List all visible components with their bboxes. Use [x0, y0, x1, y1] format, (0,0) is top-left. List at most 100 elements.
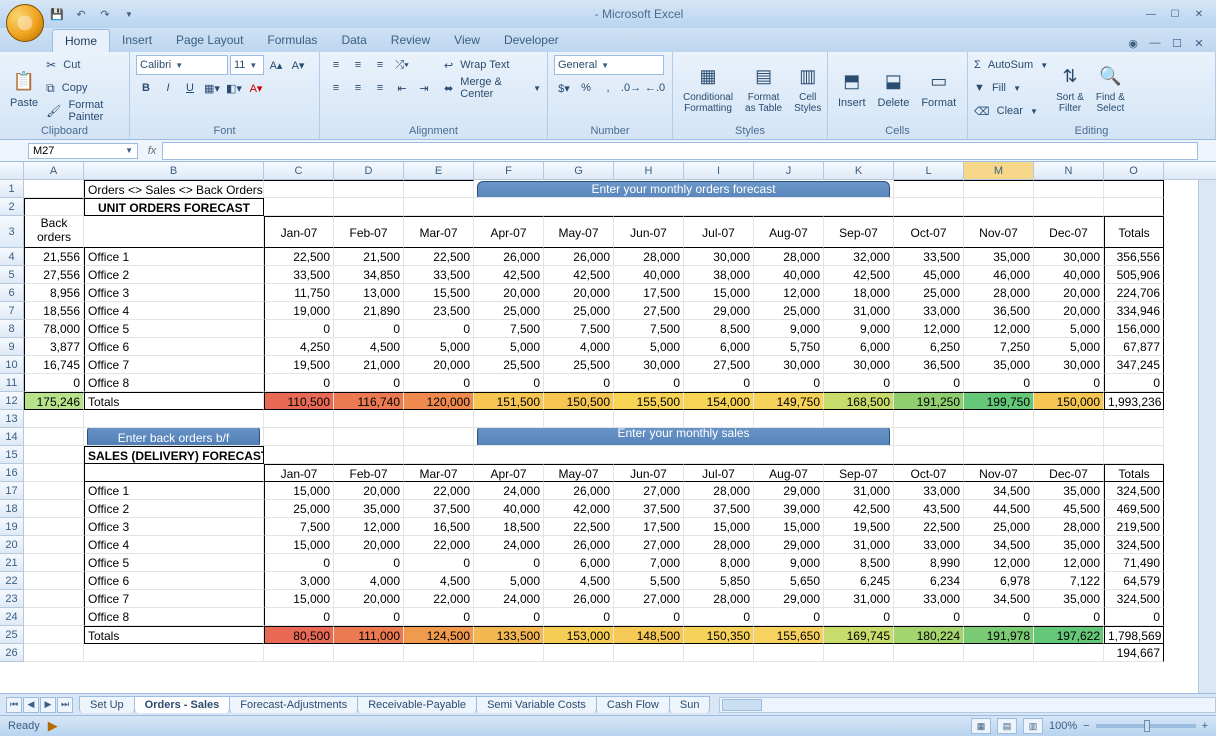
cell[interactable]: [24, 644, 84, 662]
cell[interactable]: 7,500: [544, 320, 614, 338]
cell[interactable]: Jun-07: [614, 464, 684, 482]
cell[interactable]: Dec-07: [1034, 464, 1104, 482]
qat-dropdown-icon[interactable]: ▼: [120, 5, 138, 23]
tab-next-button[interactable]: ▶: [40, 697, 56, 713]
cell[interactable]: [894, 198, 964, 216]
mdi-minimize-icon[interactable]: —: [1146, 34, 1164, 52]
align-top-button[interactable]: ≡: [326, 55, 346, 75]
cell[interactable]: 31,000: [824, 536, 894, 554]
cell[interactable]: 148,500: [614, 626, 684, 644]
align-bottom-button[interactable]: ≡: [370, 55, 390, 75]
cell[interactable]: 33,500: [404, 266, 474, 284]
cell[interactable]: [1034, 644, 1104, 662]
cell[interactable]: Totals: [1104, 216, 1164, 248]
save-icon[interactable]: 💾: [48, 5, 66, 23]
cell[interactable]: [24, 428, 84, 446]
row-header[interactable]: 4: [0, 248, 24, 266]
cell[interactable]: 149,750: [754, 392, 824, 410]
row-header[interactable]: 21: [0, 554, 24, 572]
row-header[interactable]: 5: [0, 266, 24, 284]
paste-button[interactable]: 📋 Paste: [6, 54, 42, 123]
cell[interactable]: 35,000: [964, 248, 1034, 266]
cell[interactable]: [964, 180, 1034, 198]
column-header[interactable]: M: [964, 162, 1034, 179]
cell[interactable]: [1034, 180, 1104, 198]
cell[interactable]: 20,000: [474, 284, 544, 302]
sheet-tab[interactable]: Forecast-Adjustments: [229, 696, 358, 713]
cell[interactable]: 6,234: [894, 572, 964, 590]
border-button[interactable]: ▦▾: [202, 78, 222, 98]
autosum-button[interactable]: AutoSum: [988, 59, 1033, 71]
cell[interactable]: 334,946: [1104, 302, 1164, 320]
cell[interactable]: 33,500: [264, 266, 334, 284]
cell[interactable]: 180,224: [894, 626, 964, 644]
cell[interactable]: 0: [684, 374, 754, 392]
tab-first-button[interactable]: ⏮: [6, 697, 22, 713]
cell[interactable]: 35,000: [1034, 536, 1104, 554]
cell[interactable]: [84, 410, 264, 428]
cell[interactable]: May-07: [544, 464, 614, 482]
cell[interactable]: 168,500: [824, 392, 894, 410]
row-header[interactable]: 11: [0, 374, 24, 392]
cell[interactable]: [894, 644, 964, 662]
cell[interactable]: 29,000: [754, 536, 824, 554]
worksheet-grid[interactable]: ABCDEFGHIJKLMNO 1Orders <> Sales <> Back…: [0, 162, 1216, 693]
cell[interactable]: 7,250: [964, 338, 1034, 356]
cell[interactable]: 0: [824, 608, 894, 626]
cell[interactable]: 78,000: [24, 320, 84, 338]
cell[interactable]: 21,500: [334, 248, 404, 266]
cell[interactable]: 31,000: [824, 302, 894, 320]
cell[interactable]: Office 8: [84, 374, 264, 392]
cell[interactable]: Aug-07: [754, 464, 824, 482]
cell[interactable]: 15,000: [264, 536, 334, 554]
cell[interactable]: 80,500: [264, 626, 334, 644]
cell[interactable]: 45,500: [1034, 500, 1104, 518]
cell[interactable]: 5,500: [614, 572, 684, 590]
cell[interactable]: 25,000: [754, 302, 824, 320]
cell[interactable]: 4,000: [334, 572, 404, 590]
cell[interactable]: Jul-07: [684, 464, 754, 482]
cell[interactable]: 12,000: [1034, 554, 1104, 572]
cell[interactable]: 169,745: [824, 626, 894, 644]
cell[interactable]: 5,000: [474, 572, 544, 590]
cell[interactable]: 150,500: [544, 392, 614, 410]
cell[interactable]: [1034, 446, 1104, 464]
cell[interactable]: 199,750: [964, 392, 1034, 410]
cell[interactable]: [684, 410, 754, 428]
month-header[interactable]: Sep-07: [824, 216, 894, 248]
cell[interactable]: 6,000: [824, 338, 894, 356]
cell[interactable]: 5,000: [1034, 338, 1104, 356]
cell[interactable]: 0: [474, 554, 544, 572]
row-header[interactable]: 10: [0, 356, 24, 374]
column-header[interactable]: A: [24, 162, 84, 179]
normal-view-button[interactable]: ▦: [971, 718, 991, 734]
help-icon[interactable]: ◉: [1124, 34, 1142, 52]
zoom-level[interactable]: 100%: [1049, 720, 1077, 732]
row-header[interactable]: 24: [0, 608, 24, 626]
cell[interactable]: 6,000: [684, 338, 754, 356]
cell[interactable]: [334, 644, 404, 662]
cell[interactable]: 7,000: [614, 554, 684, 572]
cell[interactable]: [264, 410, 334, 428]
maximize-button[interactable]: ☐: [1164, 5, 1186, 23]
cell[interactable]: 26,000: [544, 536, 614, 554]
cell[interactable]: 324,500: [1104, 536, 1164, 554]
cell[interactable]: 1,993,236: [1104, 392, 1164, 410]
cell[interactable]: 28,000: [964, 284, 1034, 302]
cell[interactable]: [964, 446, 1034, 464]
cell[interactable]: 5,000: [474, 338, 544, 356]
cell[interactable]: Office 2: [84, 266, 264, 284]
cell[interactable]: 30,000: [824, 356, 894, 374]
cell[interactable]: [24, 464, 84, 482]
cell[interactable]: [404, 198, 474, 216]
month-header[interactable]: Feb-07: [334, 216, 404, 248]
cell[interactable]: [24, 518, 84, 536]
cell[interactable]: 25,000: [264, 500, 334, 518]
cell[interactable]: 9,000: [824, 320, 894, 338]
cell[interactable]: [24, 410, 84, 428]
cell[interactable]: [1104, 446, 1164, 464]
cell[interactable]: 15,500: [404, 284, 474, 302]
row-header[interactable]: 17: [0, 482, 24, 500]
cell[interactable]: Office 6: [84, 338, 264, 356]
cell[interactable]: 18,500: [474, 518, 544, 536]
